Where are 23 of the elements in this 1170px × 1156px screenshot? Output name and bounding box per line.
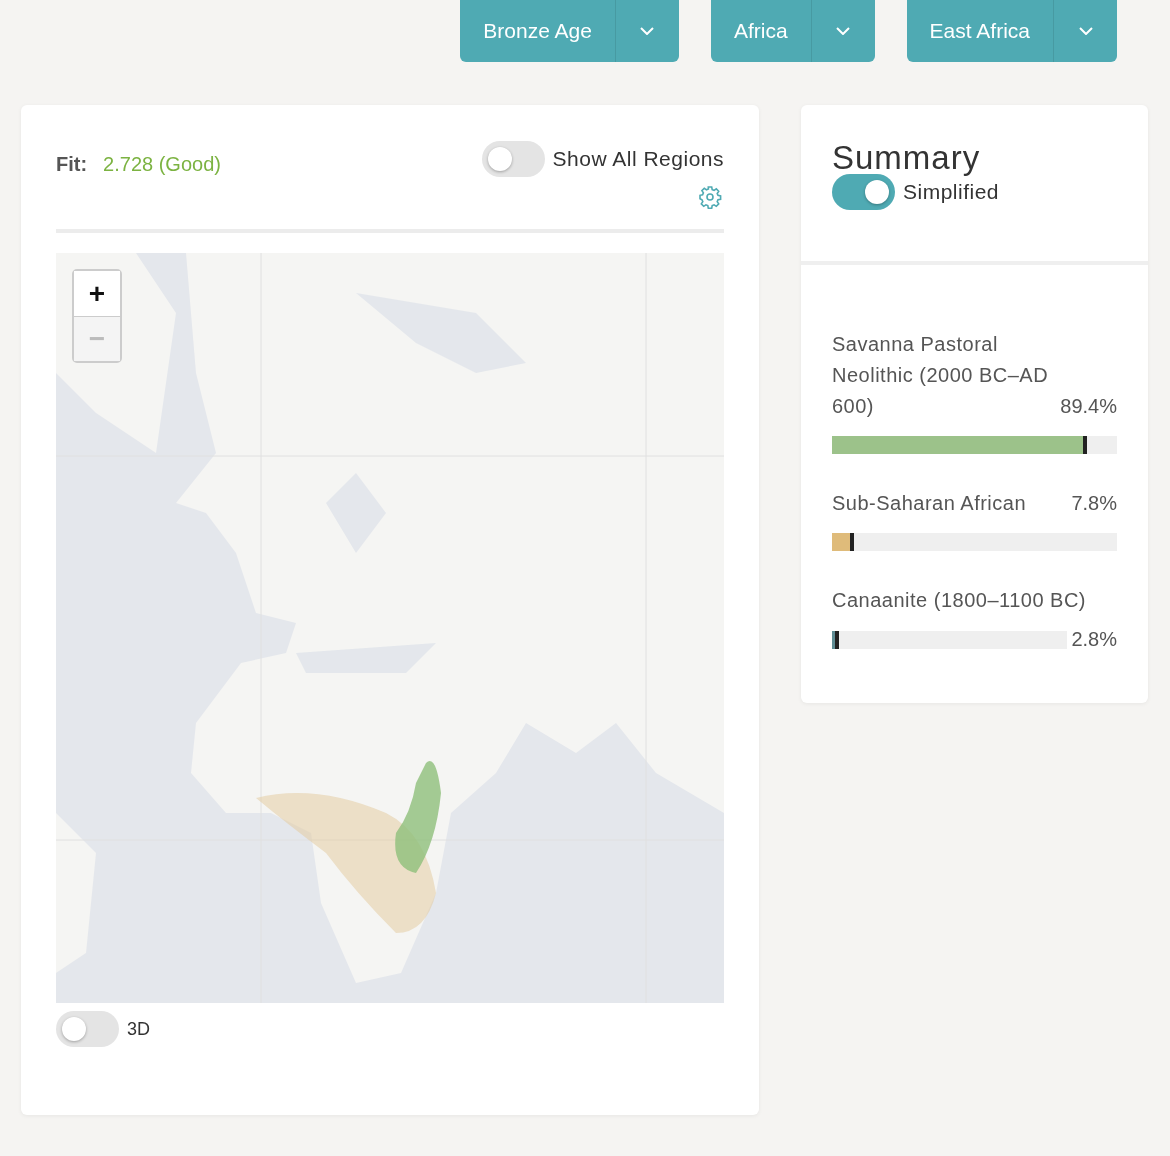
component-percent: 89.4% xyxy=(1060,394,1117,419)
component-name: Sub-Saharan African xyxy=(832,491,1027,516)
component-name: Canaanite (1800–1100 BC) xyxy=(832,588,1088,613)
toggle-switch[interactable] xyxy=(832,174,895,210)
dropdown-button[interactable]: Bronze Age xyxy=(460,0,679,62)
dropdown-button[interactable]: East Africa xyxy=(906,0,1117,62)
toggle-label: Simplified xyxy=(903,179,1000,206)
component-percent: 7.8% xyxy=(1071,491,1117,516)
chevron-down-icon xyxy=(836,27,851,35)
dropdown-button[interactable]: Africa xyxy=(710,0,875,62)
fit-value: 2.728 (Good) xyxy=(103,152,221,177)
settings-icon[interactable] xyxy=(698,185,722,209)
map-drawing[interactable] xyxy=(56,253,724,1003)
toggle-switch[interactable] xyxy=(481,141,545,177)
chevron-down-icon xyxy=(1078,27,1093,35)
component-name: Savanna Pastoral Neolithic (2000 BC–AD 600) xyxy=(832,332,1050,419)
summary-title: Summary xyxy=(832,141,982,174)
component-percent: 2.8% xyxy=(1071,627,1117,652)
chevron-down-icon xyxy=(640,27,655,35)
toggle-label: Show All Regions xyxy=(552,146,724,173)
toggle-label: 3D xyxy=(127,1017,150,1041)
toggle-switch[interactable] xyxy=(56,1011,119,1047)
fit-label: Fit: xyxy=(56,152,88,177)
